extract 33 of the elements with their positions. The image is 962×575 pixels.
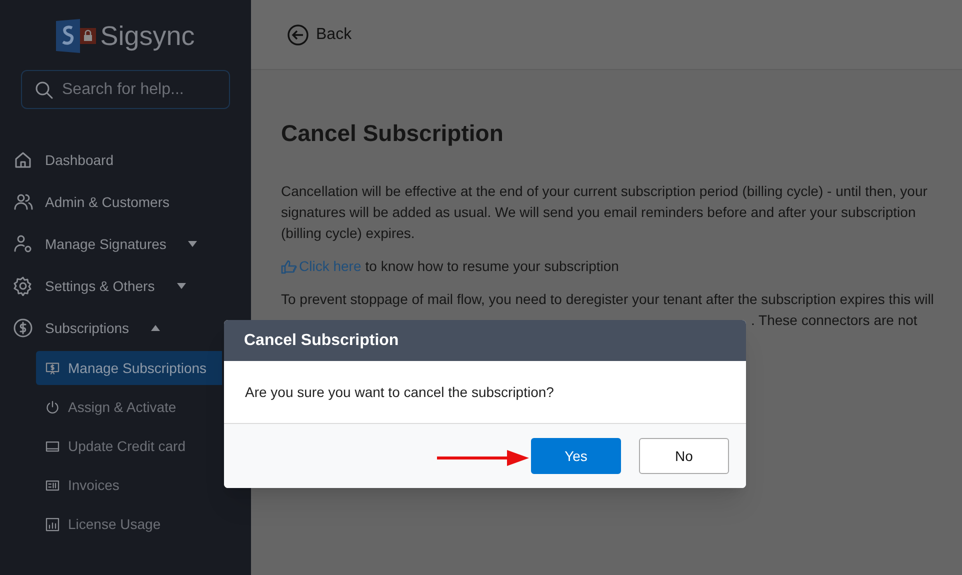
chart-icon: [45, 516, 60, 532]
dialog-message: Are you sure you want to cancel the subscription?: [245, 382, 554, 402]
dialog-title: Cancel Subscription: [244, 330, 399, 350]
cancel-button[interactable]: No: [639, 438, 729, 474]
dollar-icon: [13, 318, 33, 338]
search-field[interactable]: Search for help...: [21, 70, 230, 109]
nav-item[interactable]: Manage Signatures: [13, 223, 198, 265]
link-description: to know how to resume your subscription: [365, 257, 619, 276]
sub-nav-item[interactable]: Update Credit card: [36, 429, 222, 463]
nav-item[interactable]: Admin & Customers: [13, 181, 170, 223]
warning-text: . These connectors are not: [750, 311, 918, 330]
sub-nav-item[interactable]: Assign & Activate: [36, 390, 222, 424]
logo-icon: [56, 19, 96, 53]
home-icon: [13, 150, 33, 170]
thumbs-up-icon: [281, 260, 297, 274]
page-title: Cancel Subscription: [281, 122, 504, 145]
nav-item[interactable]: Settings & Others: [13, 265, 186, 307]
users-icon: [13, 192, 33, 212]
warning-text: To prevent stoppage of mail flow, you need to deregister your tenant after the subscription expires this will: [281, 290, 935, 309]
user-gear-icon: [13, 234, 33, 254]
brand-name: Sigsync: [100, 22, 195, 50]
back-link[interactable]: Back: [287, 22, 352, 46]
description-text: Cancellation will be effective at the end of your current subscription period (billing cycle) - until then, your signatures will be added as usual. We will send you email reminders before and after your subscription (billing cycle) expires.: [281, 182, 928, 243]
confirm-button[interactable]: Yes: [531, 438, 621, 474]
sub-nav-item[interactable]: Manage Subscriptions: [36, 351, 222, 385]
gear-icon: [13, 276, 33, 296]
sub-nav-item[interactable]: Invoices: [36, 468, 222, 502]
sub-nav-item[interactable]: License Usage: [36, 507, 222, 541]
nav-item[interactable]: Dashboard: [13, 139, 114, 181]
card-icon: [45, 438, 60, 454]
search-icon: [34, 80, 54, 100]
power-icon: [45, 400, 60, 414]
nav-item[interactable]: Subscriptions: [13, 307, 160, 349]
